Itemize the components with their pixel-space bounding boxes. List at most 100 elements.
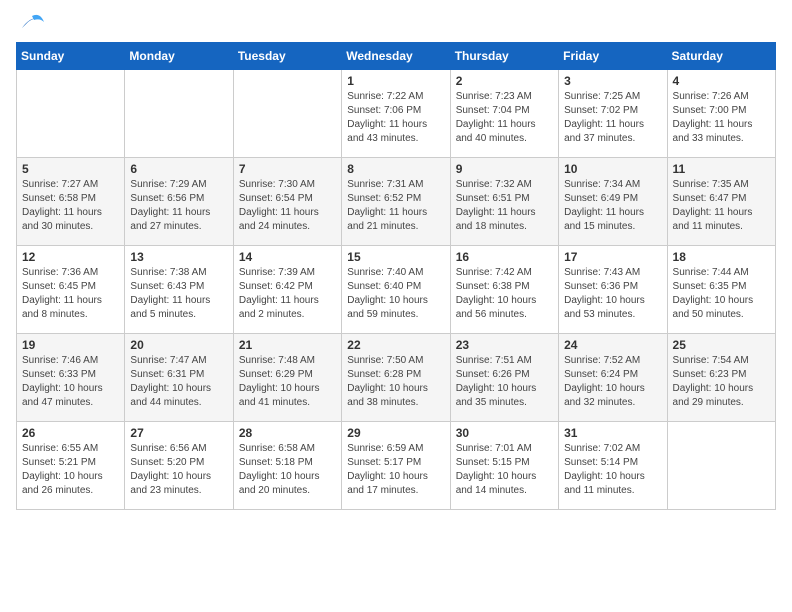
calendar-cell: 14 Sunrise: 7:39 AM Sunset: 6:42 PM Dayli… xyxy=(233,246,341,334)
calendar-week-3: 12 Sunrise: 7:36 AM Sunset: 6:45 PM Dayli… xyxy=(17,246,776,334)
day-number: 19 xyxy=(22,338,119,352)
calendar-cell: 12 Sunrise: 7:36 AM Sunset: 6:45 PM Dayli… xyxy=(17,246,125,334)
day-number: 5 xyxy=(22,162,119,176)
day-info: Sunrise: 7:42 AM Sunset: 6:38 PM Dayligh… xyxy=(456,266,553,322)
calendar-week-4: 19 Sunrise: 7:46 AM Sunset: 6:33 PM Dayli… xyxy=(17,334,776,422)
day-info: Sunrise: 6:58 AM Sunset: 5:18 PM Dayligh… xyxy=(239,442,336,498)
calendar-cell: 11 Sunrise: 7:35 AM Sunset: 6:47 PM Dayli… xyxy=(667,158,775,246)
logo-icon xyxy=(18,12,46,32)
calendar-cell xyxy=(17,70,125,158)
calendar-cell: 9 Sunrise: 7:32 AM Sunset: 6:51 PM Daylig… xyxy=(450,158,558,246)
day-header-saturday: Saturday xyxy=(667,43,775,70)
day-number: 21 xyxy=(239,338,336,352)
calendar-cell: 28 Sunrise: 6:58 AM Sunset: 5:18 PM Dayli… xyxy=(233,422,341,510)
day-info: Sunrise: 7:50 AM Sunset: 6:28 PM Dayligh… xyxy=(347,354,444,410)
day-number: 9 xyxy=(456,162,553,176)
calendar-cell: 25 Sunrise: 7:54 AM Sunset: 6:23 PM Dayli… xyxy=(667,334,775,422)
calendar-week-1: 1 Sunrise: 7:22 AM Sunset: 7:06 PM Daylig… xyxy=(17,70,776,158)
calendar-cell: 8Sunrise: 7:31 AM Sunset: 6:52 PM Daylig… xyxy=(342,158,450,246)
day-number: 18 xyxy=(673,250,770,264)
calendar-cell: 10 Sunrise: 7:34 AM Sunset: 6:49 PM Dayli… xyxy=(559,158,667,246)
day-number: 28 xyxy=(239,426,336,440)
day-info: Sunrise: 7:01 AM Sunset: 5:15 PM Dayligh… xyxy=(456,442,553,498)
day-number: 20 xyxy=(130,338,227,352)
day-info: Sunrise: 7:46 AM Sunset: 6:33 PM Dayligh… xyxy=(22,354,119,410)
day-info: Sunrise: 7:29 AM Sunset: 6:56 PM Dayligh… xyxy=(130,178,227,234)
day-info: Sunrise: 7:34 AM Sunset: 6:49 PM Dayligh… xyxy=(564,178,661,234)
day-number: 1 xyxy=(347,74,444,88)
calendar-header-row: SundayMondayTuesdayWednesdayThursdayFrid… xyxy=(17,43,776,70)
day-header-tuesday: Tuesday xyxy=(233,43,341,70)
day-info: Sunrise: 7:47 AM Sunset: 6:31 PM Dayligh… xyxy=(130,354,227,410)
day-header-wednesday: Wednesday xyxy=(342,43,450,70)
calendar-cell: 26 Sunrise: 6:55 AM Sunset: 5:21 PM Dayli… xyxy=(17,422,125,510)
day-number: 2 xyxy=(456,74,553,88)
day-number: 16 xyxy=(456,250,553,264)
day-number: 10 xyxy=(564,162,661,176)
day-number: 12 xyxy=(22,250,119,264)
calendar-cell: 5Sunrise: 7:27 AM Sunset: 6:58 PM Daylig… xyxy=(17,158,125,246)
day-info: Sunrise: 7:22 AM Sunset: 7:06 PM Dayligh… xyxy=(347,90,444,146)
day-info: Sunrise: 7:51 AM Sunset: 6:26 PM Dayligh… xyxy=(456,354,553,410)
calendar-cell: 18Sunrise: 7:44 AM Sunset: 6:35 PM Dayli… xyxy=(667,246,775,334)
day-number: 23 xyxy=(456,338,553,352)
day-header-monday: Monday xyxy=(125,43,233,70)
day-number: 29 xyxy=(347,426,444,440)
calendar-table: SundayMondayTuesdayWednesdayThursdayFrid… xyxy=(16,42,776,510)
calendar-week-2: 5Sunrise: 7:27 AM Sunset: 6:58 PM Daylig… xyxy=(17,158,776,246)
day-info: Sunrise: 7:23 AM Sunset: 7:04 PM Dayligh… xyxy=(456,90,553,146)
day-header-friday: Friday xyxy=(559,43,667,70)
calendar-cell: 22 Sunrise: 7:50 AM Sunset: 6:28 PM Dayli… xyxy=(342,334,450,422)
day-number: 4 xyxy=(673,74,770,88)
day-number: 6 xyxy=(130,162,227,176)
calendar-cell: 31 Sunrise: 7:02 AM Sunset: 5:14 PM Dayli… xyxy=(559,422,667,510)
day-info: Sunrise: 7:35 AM Sunset: 6:47 PM Dayligh… xyxy=(673,178,770,234)
day-info: Sunrise: 7:36 AM Sunset: 6:45 PM Dayligh… xyxy=(22,266,119,322)
day-number: 3 xyxy=(564,74,661,88)
day-header-sunday: Sunday xyxy=(17,43,125,70)
day-info: Sunrise: 7:02 AM Sunset: 5:14 PM Dayligh… xyxy=(564,442,661,498)
calendar-cell: 24 Sunrise: 7:52 AM Sunset: 6:24 PM Dayli… xyxy=(559,334,667,422)
day-number: 15 xyxy=(347,250,444,264)
day-number: 11 xyxy=(673,162,770,176)
day-number: 17 xyxy=(564,250,661,264)
day-info: Sunrise: 7:32 AM Sunset: 6:51 PM Dayligh… xyxy=(456,178,553,234)
day-number: 14 xyxy=(239,250,336,264)
logo xyxy=(16,16,46,32)
calendar-cell: 16 Sunrise: 7:42 AM Sunset: 6:38 PM Dayli… xyxy=(450,246,558,334)
day-number: 24 xyxy=(564,338,661,352)
day-number: 31 xyxy=(564,426,661,440)
day-number: 13 xyxy=(130,250,227,264)
calendar-cell: 29 Sunrise: 6:59 AM Sunset: 5:17 PM Dayli… xyxy=(342,422,450,510)
calendar-cell: 21 Sunrise: 7:48 AM Sunset: 6:29 PM Dayli… xyxy=(233,334,341,422)
day-number: 27 xyxy=(130,426,227,440)
calendar-cell xyxy=(125,70,233,158)
day-number: 26 xyxy=(22,426,119,440)
calendar-cell: 20 Sunrise: 7:47 AM Sunset: 6:31 PM Dayli… xyxy=(125,334,233,422)
calendar-cell: 4 Sunrise: 7:26 AM Sunset: 7:00 PM Daylig… xyxy=(667,70,775,158)
calendar-cell: 1 Sunrise: 7:22 AM Sunset: 7:06 PM Daylig… xyxy=(342,70,450,158)
day-number: 22 xyxy=(347,338,444,352)
day-info: Sunrise: 7:31 AM Sunset: 6:52 PM Dayligh… xyxy=(347,178,444,234)
day-info: Sunrise: 7:39 AM Sunset: 6:42 PM Dayligh… xyxy=(239,266,336,322)
day-info: Sunrise: 7:40 AM Sunset: 6:40 PM Dayligh… xyxy=(347,266,444,322)
day-info: Sunrise: 6:55 AM Sunset: 5:21 PM Dayligh… xyxy=(22,442,119,498)
day-info: Sunrise: 7:25 AM Sunset: 7:02 PM Dayligh… xyxy=(564,90,661,146)
calendar-cell xyxy=(233,70,341,158)
calendar-body: 1 Sunrise: 7:22 AM Sunset: 7:06 PM Daylig… xyxy=(17,70,776,510)
day-info: Sunrise: 7:38 AM Sunset: 6:43 PM Dayligh… xyxy=(130,266,227,322)
calendar-cell: 27 Sunrise: 6:56 AM Sunset: 5:20 PM Dayli… xyxy=(125,422,233,510)
calendar-cell: 2 Sunrise: 7:23 AM Sunset: 7:04 PM Daylig… xyxy=(450,70,558,158)
day-number: 25 xyxy=(673,338,770,352)
calendar-cell: 30Sunrise: 7:01 AM Sunset: 5:15 PM Dayli… xyxy=(450,422,558,510)
day-info: Sunrise: 6:59 AM Sunset: 5:17 PM Dayligh… xyxy=(347,442,444,498)
day-info: Sunrise: 7:48 AM Sunset: 6:29 PM Dayligh… xyxy=(239,354,336,410)
day-info: Sunrise: 7:30 AM Sunset: 6:54 PM Dayligh… xyxy=(239,178,336,234)
calendar-week-5: 26 Sunrise: 6:55 AM Sunset: 5:21 PM Dayli… xyxy=(17,422,776,510)
day-info: Sunrise: 7:26 AM Sunset: 7:00 PM Dayligh… xyxy=(673,90,770,146)
calendar-cell: 6 Sunrise: 7:29 AM Sunset: 6:56 PM Daylig… xyxy=(125,158,233,246)
day-header-thursday: Thursday xyxy=(450,43,558,70)
day-info: Sunrise: 7:52 AM Sunset: 6:24 PM Dayligh… xyxy=(564,354,661,410)
day-info: Sunrise: 6:56 AM Sunset: 5:20 PM Dayligh… xyxy=(130,442,227,498)
day-info: Sunrise: 7:54 AM Sunset: 6:23 PM Dayligh… xyxy=(673,354,770,410)
